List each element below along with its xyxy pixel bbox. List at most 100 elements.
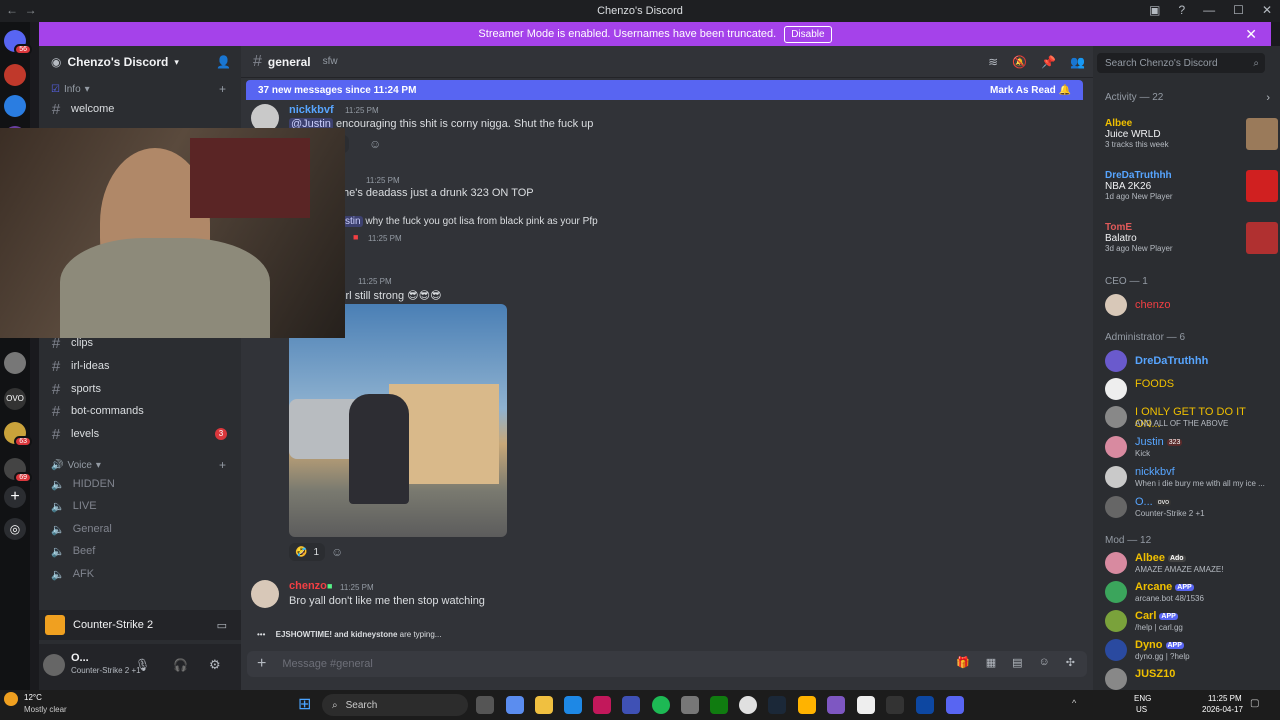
settings-icon[interactable]	[681, 696, 699, 714]
clock-time[interactable]: 11:25 PM	[1208, 694, 1242, 703]
image-attachment[interactable]	[289, 304, 507, 537]
server-icon[interactable]	[4, 64, 26, 86]
add-reaction-icon[interactable]: ☺	[369, 137, 381, 151]
disable-streamer-button[interactable]: Disable	[784, 25, 832, 43]
members-icon[interactable]: 👥	[1070, 55, 1085, 69]
reaction[interactable]: 🤣 1	[289, 543, 326, 561]
member-item[interactable]: DreDaTruthhh	[1103, 348, 1269, 376]
channel-bot-commands[interactable]: # bot-commands	[49, 401, 235, 421]
stream-icon[interactable]: ▭	[217, 619, 227, 632]
app-icon[interactable]	[622, 696, 640, 714]
message-author[interactable]: nickkbvf	[289, 104, 334, 116]
member-item[interactable]: Albee Ado AMAZE AMAZE AMAZE!	[1103, 550, 1269, 578]
invite-icon[interactable]: 👤	[216, 55, 231, 69]
add-voice-channel-icon[interactable]: +	[219, 458, 226, 472]
xbox-icon[interactable]	[710, 696, 728, 714]
add-channel-icon[interactable]: +	[219, 82, 226, 96]
discover-icon[interactable]: ◎	[4, 518, 26, 540]
plus-icon[interactable]: +	[257, 655, 266, 673]
member-item[interactable]: chenzo	[1103, 292, 1269, 320]
channel-sports[interactable]: # sports	[49, 379, 235, 399]
mute-icon[interactable]: 🔕	[1012, 55, 1027, 69]
voice-channel[interactable]: 🔈 HIDDEN	[51, 474, 115, 494]
chrome-icon[interactable]	[739, 696, 757, 714]
message-input[interactable]: + Message #general 🎁 ▦ ▤ ☺ ✣	[247, 651, 1087, 677]
search-input[interactable]: Search Chenzo's Discord ⌕	[1097, 53, 1265, 73]
app-icon[interactable]	[827, 696, 845, 714]
member-item[interactable]: Carl APP /help | carl.gg	[1103, 608, 1269, 636]
emoji-icon[interactable]: ☺	[1039, 656, 1050, 669]
new-messages-bar[interactable]: 37 new messages since 11:24 PM Mark As R…	[246, 80, 1083, 100]
app-icon[interactable]	[593, 696, 611, 714]
add-reaction-icon[interactable]: ☺	[331, 545, 343, 559]
mark-as-read-button[interactable]: Mark As Read 🔔	[990, 85, 1071, 96]
minimize-icon[interactable]: —	[1203, 3, 1215, 17]
message-author[interactable]: chenzo	[289, 580, 327, 592]
channel-irl-ideas[interactable]: # irl-ideas	[49, 356, 235, 376]
copilot-icon[interactable]	[506, 696, 524, 714]
activity-heading[interactable]: Activity — 22	[1105, 92, 1163, 103]
member-item[interactable]: Dyno APP dyno.gg | ?help	[1103, 637, 1269, 665]
steam-icon[interactable]	[768, 696, 786, 714]
sticker-icon[interactable]: ▤	[1012, 656, 1022, 669]
member-item[interactable]: I ONLY GET TO DO IT ON... AND ALL OF THE…	[1103, 404, 1269, 432]
app-icon[interactable]	[916, 696, 934, 714]
snipping-icon[interactable]	[857, 696, 875, 714]
obs-icon[interactable]	[886, 696, 904, 714]
server-icon[interactable]	[4, 95, 26, 117]
home-server-icon[interactable]: 56	[4, 30, 32, 55]
headphones-icon[interactable]: 🎧	[173, 658, 188, 672]
add-server-icon[interactable]: +	[4, 486, 26, 508]
close-window-icon[interactable]: ✕	[1262, 3, 1272, 17]
file-explorer-icon[interactable]	[535, 696, 553, 714]
maximize-icon[interactable]: ☐	[1233, 3, 1244, 17]
category-info[interactable]: ☑ Info ▾	[51, 84, 90, 95]
activity-card[interactable]: Albee Juice WRLD 3 tracks this week	[1105, 118, 1278, 150]
spotify-icon[interactable]	[652, 696, 670, 714]
pin-icon[interactable]: 📌	[1041, 55, 1056, 69]
member-item[interactable]: Arcane APP arcane.bot 48/1536	[1103, 579, 1269, 607]
game-activity-bar[interactable]: Counter-Strike 2 ▭	[39, 610, 241, 640]
user-mention[interactable]: stin	[343, 216, 363, 227]
voice-channel[interactable]: 🔈 LIVE	[51, 496, 97, 516]
voice-channel[interactable]: 🔈 General	[51, 519, 112, 539]
member-item[interactable]: FOODS	[1103, 376, 1269, 404]
app-icon[interactable]	[798, 696, 816, 714]
gift-icon[interactable]: 🎁	[956, 656, 970, 669]
server-icon[interactable]: 69	[4, 458, 32, 483]
help-icon[interactable]: ?	[1178, 3, 1185, 17]
gear-icon[interactable]: ⚙	[209, 657, 221, 673]
apps-icon[interactable]: ✣	[1066, 656, 1075, 669]
activity-card[interactable]: TomE Balatro 3d ago New Player	[1105, 222, 1278, 254]
avatar[interactable]	[251, 580, 279, 608]
activity-card[interactable]: DreDaTruthhh NBA 2K26 1d ago New Player	[1105, 170, 1278, 202]
discord-icon[interactable]	[946, 696, 964, 714]
server-icon[interactable]: 63	[4, 422, 32, 447]
member-item[interactable]: O... ovo Counter-Strike 2 +1	[1103, 494, 1269, 522]
server-icon[interactable]	[4, 352, 26, 374]
channel-levels[interactable]: # levels 3	[49, 424, 235, 444]
task-view-icon[interactable]	[476, 696, 494, 714]
member-item[interactable]: nickkbvf When i die bury me with all my …	[1103, 464, 1269, 492]
windows-start-icon[interactable]: ⊞	[298, 694, 311, 714]
edge-icon[interactable]	[564, 696, 582, 714]
chevron-right-icon[interactable]: ›	[1266, 92, 1270, 104]
gif-icon[interactable]: ▦	[986, 656, 996, 669]
tray-chevron-icon[interactable]: ^	[1072, 698, 1076, 708]
channel-welcome[interactable]: # welcome	[49, 99, 235, 119]
close-banner-icon[interactable]: ✕	[1245, 26, 1257, 43]
weather-icon[interactable]	[4, 692, 18, 706]
taskbar-search[interactable]: ⌕ Search	[322, 694, 468, 716]
microphone-icon[interactable]: 🎙	[135, 658, 150, 672]
avatar[interactable]	[43, 654, 65, 676]
back-arrow-icon[interactable]: ← →	[6, 3, 37, 17]
ovo-server-icon[interactable]: OVO	[4, 388, 26, 410]
notification-icon[interactable]: ▢	[1250, 698, 1259, 709]
voice-channel[interactable]: 🔈 AFK	[51, 564, 94, 584]
voice-channel[interactable]: 🔈 Beef	[51, 541, 95, 561]
inbox-icon[interactable]: ▣	[1149, 3, 1160, 17]
member-item[interactable]: Justin 323 Kick	[1103, 434, 1269, 462]
category-voice[interactable]: 🔊 Voice ▾	[51, 460, 101, 471]
threads-icon[interactable]: ≋	[988, 55, 998, 69]
language[interactable]: ENG	[1134, 694, 1151, 703]
